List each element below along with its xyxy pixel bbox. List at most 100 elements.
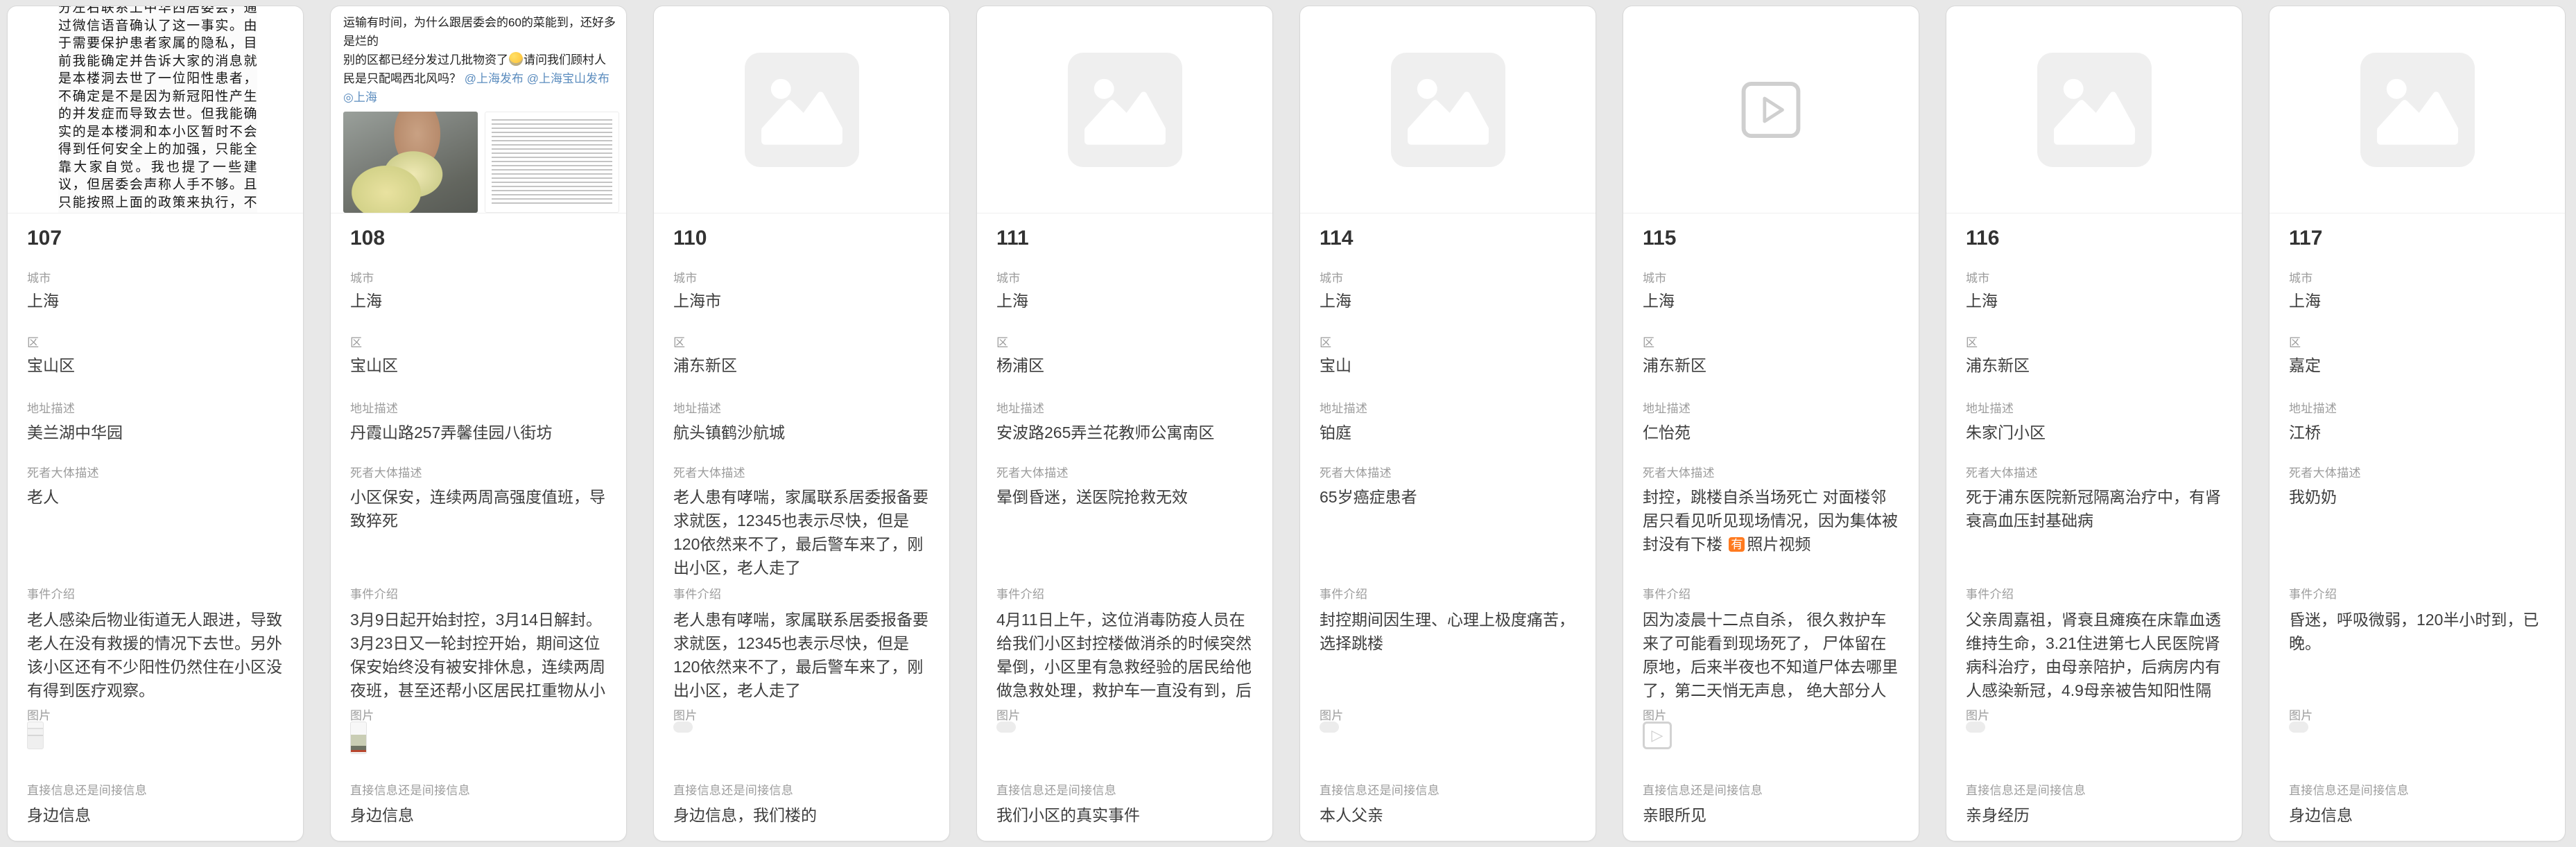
field-label-district: 区 (350, 333, 362, 350)
card-cover (1300, 6, 1596, 213)
field-value-deceased: 死于浦东医院新冠隔离治疗中，有肾衰高血压封基础病 (1966, 485, 2225, 532)
field-value-address: 江桥 (2289, 421, 2548, 444)
photo-placeholder-icon (1068, 53, 1182, 167)
gallery-card[interactable]: 110 城市 上海市 区 浦东新区 地址描述 航头镇鹤沙航城 死者大体描述 老人… (653, 6, 950, 841)
field-label-address: 地址描述 (27, 399, 75, 416)
field-value-district: 浦东新区 (1643, 353, 1902, 377)
field-value-direct: 身边信息 (2289, 803, 2548, 827)
field-value-address: 美兰湖中华园 (27, 421, 286, 444)
card-number: 111 (996, 227, 1029, 250)
photo-placeholder-icon (2037, 53, 2152, 167)
field-value-event: 父亲周嘉祖，肾衰且瘫痪在床靠血透维持生命，3.21住进第七人民医院肾病科治疗，由… (1966, 608, 2225, 703)
photo-placeholder (1300, 6, 1596, 213)
field-label-city: 城市 (27, 268, 51, 286)
field-label-address: 地址描述 (2289, 399, 2337, 416)
field-value-direct: 身边信息 (350, 803, 610, 827)
field-value-event: 因为凌晨十二点自杀， 很久救护车来了可能看到现场死了， 尸体留在原地，后来半夜也… (1643, 608, 1902, 703)
card-number: 115 (1643, 227, 1676, 250)
field-value-district: 浦东新区 (1966, 353, 2225, 377)
field-label-district: 区 (1966, 333, 1978, 350)
gallery-card[interactable]: 111 城市 上海 区 杨浦区 地址描述 安波路265弄兰花教师公寓南区 死者大… (976, 6, 1273, 841)
field-value-district: 宝山区 (350, 353, 610, 377)
field-value-address: 铂庭 (1320, 421, 1579, 444)
field-value-event: 封控期间因生理、心理上极度痛苦，选择跳楼 (1320, 608, 1579, 655)
field-value-direct: 亲眼所见 (1643, 803, 1902, 827)
field-value-event: 4月11日上午，这位消毒防疫人员在给我们小区封控楼做消杀的时候突然晕倒，小区里有… (996, 608, 1256, 703)
post-photo-cabbage[interactable] (343, 112, 478, 213)
field-label-direct: 直接信息还是间接信息 (1320, 780, 1440, 798)
field-label-image: 图片 (350, 706, 374, 723)
image-thumb[interactable] (673, 722, 693, 733)
field-value-direct: 身边信息 (27, 803, 286, 827)
field-label-image: 图片 (2289, 706, 2313, 723)
card-cover (2270, 6, 2565, 213)
field-label-deceased: 死者大体描述 (1966, 463, 2038, 480)
field-value-city: 上海 (1966, 289, 2225, 313)
field-label-image: 图片 (673, 706, 698, 723)
gallery-card[interactable]: 116 城市 上海 区 浦东新区 地址描述 朱家门小区 死者大体描述 死于浦东医… (1946, 6, 2242, 841)
field-value-address: 朱家门小区 (1966, 421, 2225, 444)
field-label-deceased: 死者大体描述 (996, 463, 1069, 480)
field-value-deceased: 老人 (27, 485, 286, 509)
card-number: 108 (350, 227, 385, 250)
field-label-district: 区 (996, 333, 1008, 350)
field-value-direct: 亲身经历 (1966, 803, 2225, 827)
field-value-city: 上海 (2289, 289, 2548, 313)
field-value-district: 宝山 (1320, 353, 1579, 377)
field-label-deceased: 死者大体描述 (350, 463, 422, 480)
field-value-event: 3月9日起开始封控，3月14日解封。3月23日又一轮封控开始，期间这位保安始终没… (350, 608, 610, 703)
card-number: 107 (27, 227, 62, 250)
gallery-card[interactable]: 114 城市 上海 区 宝山 地址描述 铂庭 死者大体描述 65岁癌症患者 事件… (1299, 6, 1596, 841)
card-cover: 分左右联系上中华西居委会，通过微信语音确认了这一事实。由于需要保护患者家属的隐私… (8, 6, 303, 213)
image-thumb[interactable] (27, 722, 44, 749)
crying-emoji (509, 52, 523, 66)
gallery-card[interactable]: 115 城市 上海 区 浦东新区 地址描述 仁怡苑 死者大体描述 封控，跳楼自杀… (1623, 6, 1919, 841)
card-number: 116 (1966, 227, 1999, 250)
image-thumb[interactable] (1320, 722, 1339, 733)
field-label-city: 城市 (996, 268, 1021, 286)
field-label-address: 地址描述 (673, 399, 721, 416)
field-label-direct: 直接信息还是间接信息 (1643, 780, 1763, 798)
field-label-image: 图片 (1643, 706, 1667, 723)
field-label-deceased: 死者大体描述 (1320, 463, 1392, 480)
gallery-card[interactable]: 运输有时间，为什么跟居委会的60的菜能到，还好多是烂的 别的区都已经分发过几批物… (330, 6, 627, 841)
photo-placeholder (1946, 6, 2242, 213)
image-thumb[interactable] (1966, 722, 1985, 733)
play-icon[interactable] (1740, 80, 1801, 139)
image-thumb[interactable] (996, 722, 1016, 733)
image-thumb[interactable] (1643, 722, 1672, 749)
field-label-event: 事件介绍 (27, 584, 75, 602)
field-value-address: 安波路265弄兰花教师公寓南区 (996, 421, 1256, 444)
image-thumb[interactable] (350, 722, 367, 754)
card-cover (1623, 6, 1919, 213)
field-label-image: 图片 (996, 706, 1021, 723)
field-value-deceased: 65岁癌症患者 (1320, 485, 1579, 509)
photo-placeholder (2270, 6, 2565, 213)
field-label-event: 事件介绍 (996, 584, 1044, 602)
field-value-district: 浦东新区 (673, 353, 933, 377)
field-label-direct: 直接信息还是间接信息 (996, 780, 1116, 798)
field-value-address: 仁怡苑 (1643, 421, 1902, 444)
field-label-district: 区 (673, 333, 685, 350)
field-label-district: 区 (2289, 333, 2301, 350)
field-label-event: 事件介绍 (2289, 584, 2337, 602)
card-number: 114 (1320, 227, 1353, 250)
field-label-address: 地址描述 (1643, 399, 1691, 416)
gallery-card[interactable]: 分左右联系上中华西居委会，通过微信语音确认了这一事实。由于需要保护患者家属的隐私… (7, 6, 304, 841)
image-thumb[interactable] (2289, 722, 2308, 733)
field-label-city: 城市 (1320, 268, 1344, 286)
field-value-event: 老人患有哮喘，家属联系居委报备要求就医，12345也表示尽快，但是120依然来不… (673, 608, 933, 702)
field-value-address: 航头镇鹤沙航城 (673, 421, 933, 444)
field-value-city: 上海 (350, 289, 610, 313)
gallery-card[interactable]: 117 城市 上海 区 嘉定 地址描述 江桥 死者大体描述 我奶奶 事件介绍 昏… (2269, 6, 2566, 841)
card-cover: 运输有时间，为什么跟居委会的60的菜能到，还好多是烂的 别的区都已经分发过几批物… (331, 6, 626, 213)
post-photo-text-screenshot[interactable] (485, 112, 619, 213)
has-media-badge: 有 (1729, 537, 1745, 552)
field-label-district: 区 (1320, 333, 1331, 350)
field-value-city: 上海 (996, 289, 1256, 313)
card-number: 110 (673, 227, 707, 250)
field-value-direct: 我们小区的真实事件 (996, 803, 1256, 827)
post-text: 运输有时间，为什么跟居委会的60的菜能到，还好多是烂的 别的区都已经分发过几批物… (343, 13, 616, 107)
field-value-city: 上海市 (673, 289, 933, 313)
field-label-city: 城市 (673, 268, 698, 286)
